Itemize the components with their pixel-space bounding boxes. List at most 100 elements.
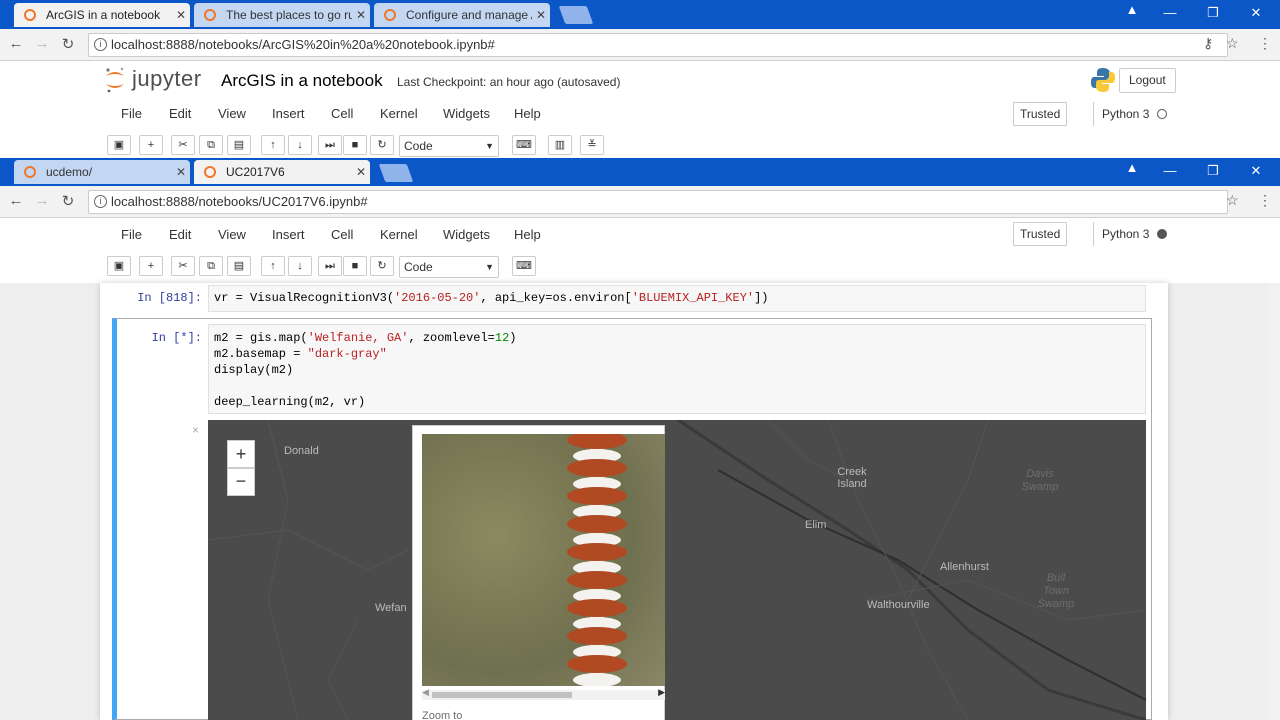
logout-button[interactable]: Logout [1119, 68, 1176, 93]
menu-cell[interactable]: Cell [331, 227, 353, 242]
menu-insert[interactable]: Insert [272, 227, 305, 242]
map-widget[interactable]: + − Donald Wefan Creek Island Elim Allen… [208, 420, 1146, 720]
menu-edit[interactable]: Edit [169, 227, 191, 242]
cell-type-select[interactable]: Code ▼ [399, 256, 499, 278]
stop-icon[interactable]: ■ [343, 135, 367, 155]
address-bar-1: ← → ↻ i localhost:8888/notebooks/ArcGIS%… [0, 29, 1280, 61]
browser-tab-ucdemo[interactable]: ucdemo/ ✕ [14, 160, 190, 184]
bookmark-star-icon[interactable]: ☆ [1226, 35, 1239, 52]
reload-icon[interactable]: ↻ [58, 192, 78, 210]
close-icon[interactable]: ✕ [352, 165, 370, 179]
restart-icon[interactable]: ↻ [370, 256, 394, 276]
key-icon[interactable]: ⚷ [1203, 35, 1213, 52]
move-down-icon[interactable]: ↓ [288, 135, 312, 155]
minimize-icon[interactable]: — [1160, 5, 1180, 20]
zoom-in-button[interactable]: + [227, 440, 255, 468]
page-scrollbar[interactable] [1268, 283, 1280, 720]
add-cell-icon[interactable]: + [139, 135, 163, 155]
notebook-title[interactable]: ArcGIS in a notebook [221, 71, 383, 91]
menu-kernel[interactable]: Kernel [380, 106, 418, 121]
menu-icon[interactable]: ⋮ [1258, 192, 1272, 209]
expand-icon[interactable]: ≚ [580, 135, 604, 155]
copy-icon[interactable]: ⧉ [199, 256, 223, 276]
scroll-thumb[interactable] [432, 692, 572, 698]
jupyter-wordmark: jupyter [132, 66, 202, 91]
browser-tab-uc2017v6[interactable]: UC2017V6 ✕ [194, 160, 370, 184]
keyboard-icon[interactable]: ⌨ [512, 256, 536, 276]
url-input[interactable]: i localhost:8888/notebooks/ArcGIS%20in%2… [88, 33, 1228, 57]
menu-file[interactable]: File [121, 106, 142, 121]
tab-label: ArcGIS in a notebook [46, 8, 161, 22]
scroll-right-icon[interactable]: ▶ [658, 687, 665, 698]
close-icon[interactable]: ✕ [532, 8, 550, 22]
insulator-photo [422, 434, 665, 686]
browser-tab-arcgis[interactable]: ArcGIS in a notebook ✕ [14, 3, 190, 27]
copy-icon[interactable]: ⧉ [199, 135, 223, 155]
zoom-out-button[interactable]: − [227, 468, 255, 496]
menu-help[interactable]: Help [514, 106, 541, 121]
close-window-icon[interactable]: ✕ [1246, 5, 1266, 21]
keyboard-icon[interactable]: ⌨ [512, 135, 536, 155]
close-window-icon[interactable]: ✕ [1246, 163, 1266, 179]
output-close-icon[interactable]: × [192, 423, 199, 437]
reload-icon[interactable]: ↻ [58, 35, 78, 53]
move-up-icon[interactable]: ↑ [261, 135, 285, 155]
url-input[interactable]: i localhost:8888/notebooks/UC2017V6.ipyn… [88, 190, 1228, 214]
menu-view[interactable]: View [218, 106, 246, 121]
paste-icon[interactable]: ▤ [227, 135, 251, 155]
cut-icon[interactable]: ✂ [171, 135, 195, 155]
map-label-elim: Elim [805, 519, 827, 531]
close-icon[interactable]: ✕ [172, 8, 190, 22]
jupyter-logo[interactable]: jupyter [104, 66, 214, 96]
user-icon[interactable]: ▲ [1122, 160, 1142, 175]
restart-icon[interactable]: ↻ [370, 135, 394, 155]
user-icon[interactable]: ▲ [1122, 2, 1142, 17]
stop-icon[interactable]: ■ [343, 256, 367, 276]
chart-icon[interactable]: ▥ [548, 135, 572, 155]
save-icon[interactable]: ▣ [107, 256, 131, 276]
jupyter-favicon-icon [204, 9, 216, 21]
add-cell-icon[interactable]: + [139, 256, 163, 276]
paste-icon[interactable]: ▤ [227, 256, 251, 276]
menu-cell[interactable]: Cell [331, 106, 353, 121]
run-icon[interactable]: ⏭ [318, 135, 342, 155]
code-cell-input[interactable]: m2 = gis.map('Welfanie, GA', zoomlevel=1… [208, 324, 1146, 414]
trusted-indicator[interactable]: Trusted [1013, 102, 1068, 126]
menu-view[interactable]: View [218, 227, 246, 242]
save-icon[interactable]: ▣ [107, 135, 131, 155]
menu-widgets[interactable]: Widgets [443, 106, 490, 121]
menu-file[interactable]: File [121, 227, 142, 242]
browser-tab-best-places[interactable]: The best places to go ru ✕ [194, 3, 370, 27]
bookmark-star-icon[interactable]: ☆ [1226, 192, 1239, 209]
forward-icon[interactable]: → [32, 192, 52, 209]
forward-icon[interactable]: → [32, 35, 52, 52]
close-icon[interactable]: ✕ [352, 8, 370, 22]
cut-icon[interactable]: ✂ [171, 256, 195, 276]
cell-type-select[interactable]: Code ▼ [399, 135, 499, 157]
code-cell-input[interactable]: vr = VisualRecognitionV3('2016-05-20', a… [208, 285, 1146, 312]
popup-scrollbar[interactable]: ◀ ▶ [422, 687, 665, 700]
browser-tab-configure[interactable]: Configure and manage A ✕ [374, 3, 550, 27]
menu-edit[interactable]: Edit [169, 106, 191, 121]
minimize-icon[interactable]: — [1160, 163, 1180, 178]
browser-tabstrip-1 [0, 0, 1280, 29]
kernel-indicator: Python 3 [1093, 102, 1173, 126]
menu-kernel[interactable]: Kernel [380, 227, 418, 242]
move-up-icon[interactable]: ↑ [261, 256, 285, 276]
menu-icon[interactable]: ⋮ [1258, 35, 1272, 52]
back-icon[interactable]: ← [6, 192, 26, 209]
scroll-left-icon[interactable]: ◀ [422, 687, 429, 698]
move-down-icon[interactable]: ↓ [288, 256, 312, 276]
trusted-indicator[interactable]: Trusted [1013, 222, 1068, 246]
menu-insert[interactable]: Insert [272, 106, 305, 121]
back-icon[interactable]: ← [6, 35, 26, 52]
restore-icon[interactable]: ❐ [1203, 163, 1223, 179]
checkpoint-status: Last Checkpoint: an hour ago (autosaved) [397, 75, 621, 89]
menu-help[interactable]: Help [514, 227, 541, 242]
menu-widgets[interactable]: Widgets [443, 227, 490, 242]
run-icon[interactable]: ⏭ [318, 256, 342, 276]
restore-icon[interactable]: ❐ [1203, 5, 1223, 21]
insulator-image [567, 434, 627, 686]
zoom-to-link[interactable]: Zoom to [422, 710, 462, 720]
close-icon[interactable]: ✕ [172, 165, 190, 179]
